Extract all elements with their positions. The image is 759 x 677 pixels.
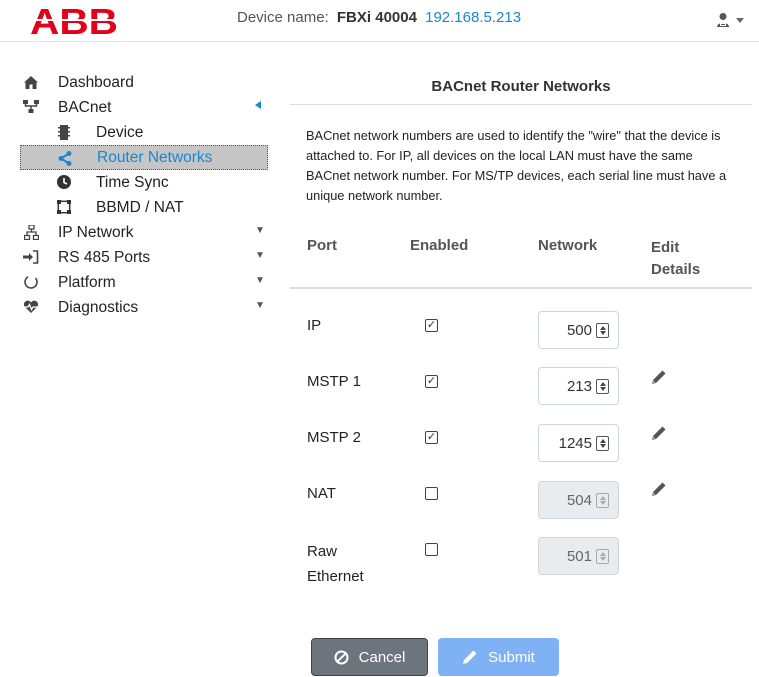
sidebar-item-label: Platform — [58, 273, 116, 291]
top-bar: ABB Device name: FBXi 40004 192.168.5.21… — [0, 0, 759, 42]
bbmd-icon — [56, 199, 72, 215]
network-number-value: 1245 — [558, 435, 592, 452]
network-number-input[interactable]: 1245 — [538, 424, 619, 462]
sidebar-item-label: Device — [96, 123, 144, 141]
expand-arrow-icon[interactable]: ▼ — [255, 275, 265, 286]
enabled-checkbox[interactable] — [425, 487, 438, 500]
network-tree-icon — [23, 99, 39, 115]
page-title: BACnet Router Networks — [431, 78, 611, 95]
spinner-arrows-icon[interactable] — [596, 436, 609, 451]
page-description: BACnet network numbers are used to ident… — [306, 128, 727, 203]
sidebar-item-bbmd-nat[interactable]: BBMD / NAT — [0, 195, 275, 220]
enabled-checkbox[interactable]: ✓ — [425, 375, 438, 388]
sidebar-item-label: Router Networks — [97, 148, 213, 166]
network-number-value: 213 — [566, 378, 592, 395]
submit-button-label: Submit — [488, 648, 535, 666]
enabled-checkbox[interactable] — [425, 543, 438, 556]
port-name: MSTP 1 — [307, 373, 361, 390]
port-name-line1: Raw — [307, 543, 338, 560]
sidebar-item-diagnostics[interactable]: Diagnostics ▼ — [0, 295, 275, 320]
sidebar-item-label: BACnet — [58, 98, 112, 116]
title-divider — [290, 104, 752, 105]
sidebar-item-rs485-ports[interactable]: RS 485 Ports ▼ — [0, 245, 275, 270]
sidebar-item-label: IP Network — [58, 223, 134, 241]
sidebar-item-platform[interactable]: Platform ▼ — [0, 270, 275, 295]
spinner-arrows-icon[interactable] — [596, 323, 609, 338]
sidebar-item-router-networks[interactable]: Router Networks — [20, 145, 268, 170]
column-header-edit-details: Edit Details — [651, 237, 700, 281]
user-icon — [717, 13, 729, 27]
network-number-input[interactable]: 500 — [538, 311, 619, 349]
column-header-enabled: Enabled — [410, 237, 469, 254]
share-icon — [57, 150, 73, 166]
network-number-input[interactable]: 504 — [538, 481, 619, 519]
enabled-checkbox[interactable]: ✓ — [425, 431, 438, 444]
device-ip: 192.168.5.213 — [425, 9, 522, 26]
enabled-checkbox[interactable]: ✓ — [425, 319, 438, 332]
port-name: IP — [307, 317, 322, 334]
chevron-down-icon — [736, 17, 744, 23]
expand-arrow-icon[interactable]: ▼ — [255, 300, 265, 311]
port-name-line2: Ethernet — [307, 568, 364, 585]
sidebar-item-label: RS 485 Ports — [58, 248, 151, 266]
network-number-input[interactable]: 213 — [538, 367, 619, 405]
network-number-value: 501 — [566, 548, 592, 565]
sidebar-item-ip-network[interactable]: IP Network ▼ — [0, 220, 275, 245]
sidebar-item-dashboard[interactable]: Dashboard — [0, 70, 275, 95]
pencil-icon[interactable] — [651, 481, 667, 497]
column-header-network: Network — [538, 237, 598, 254]
device-label: Device name: — [237, 9, 329, 26]
sidebar-item-label: BBMD / NAT — [96, 198, 184, 216]
column-header-edit-line2: Details — [651, 261, 701, 278]
expand-arrow-icon[interactable]: ▼ — [255, 225, 265, 236]
spinner-icon — [23, 274, 39, 290]
network-number-input[interactable]: 501 — [538, 537, 619, 575]
spinner-arrows-icon[interactable] — [596, 493, 609, 508]
sidebar-item-label: Time Sync — [96, 173, 169, 191]
port-name: Raw Ethernet — [307, 539, 364, 589]
sidebar-item-bacnet[interactable]: BACnet — [0, 95, 275, 120]
clock-icon — [56, 174, 72, 190]
home-icon — [23, 74, 39, 90]
device-icon — [56, 124, 72, 140]
sitemap-icon — [23, 224, 39, 240]
sidebar-item-label: Diagnostics — [58, 298, 139, 316]
submit-button[interactable]: Submit — [438, 638, 559, 676]
spinner-arrows-icon[interactable] — [596, 379, 609, 394]
sidebar-item-device[interactable]: Device — [0, 120, 275, 145]
cancel-button[interactable]: Cancel — [311, 638, 428, 676]
sidebar-item-time-sync[interactable]: Time Sync — [0, 170, 275, 195]
user-menu[interactable] — [716, 10, 750, 30]
network-number-value: 504 — [566, 492, 592, 509]
pencil-icon[interactable] — [651, 369, 667, 385]
column-header-edit-line1: Edit — [651, 239, 680, 256]
pencil-icon[interactable] — [651, 425, 667, 441]
expand-arrow-icon[interactable]: ▼ — [255, 250, 265, 261]
column-header-port: Port — [307, 237, 337, 254]
network-number-value: 500 — [566, 322, 592, 339]
cancel-button-label: Cancel — [358, 648, 406, 666]
heartbeat-icon — [23, 299, 39, 315]
port-name: MSTP 2 — [307, 429, 361, 446]
device-info: Device name: FBXi 40004 192.168.5.213 — [237, 9, 521, 26]
spinner-arrows-icon[interactable] — [596, 549, 609, 564]
abb-logo: ABB — [30, 5, 120, 37]
collapse-arrow-icon[interactable] — [255, 101, 261, 109]
sidebar-item-label: Dashboard — [58, 73, 134, 91]
sidebar: Dashboard BACnet Device Router Networks … — [0, 70, 275, 320]
pencil-icon — [463, 650, 477, 664]
sign-in-icon — [23, 249, 39, 265]
device-name: FBXi 40004 — [336, 9, 417, 26]
ban-icon — [334, 650, 349, 664]
table-header-divider — [290, 287, 752, 289]
port-name: NAT — [307, 485, 336, 502]
